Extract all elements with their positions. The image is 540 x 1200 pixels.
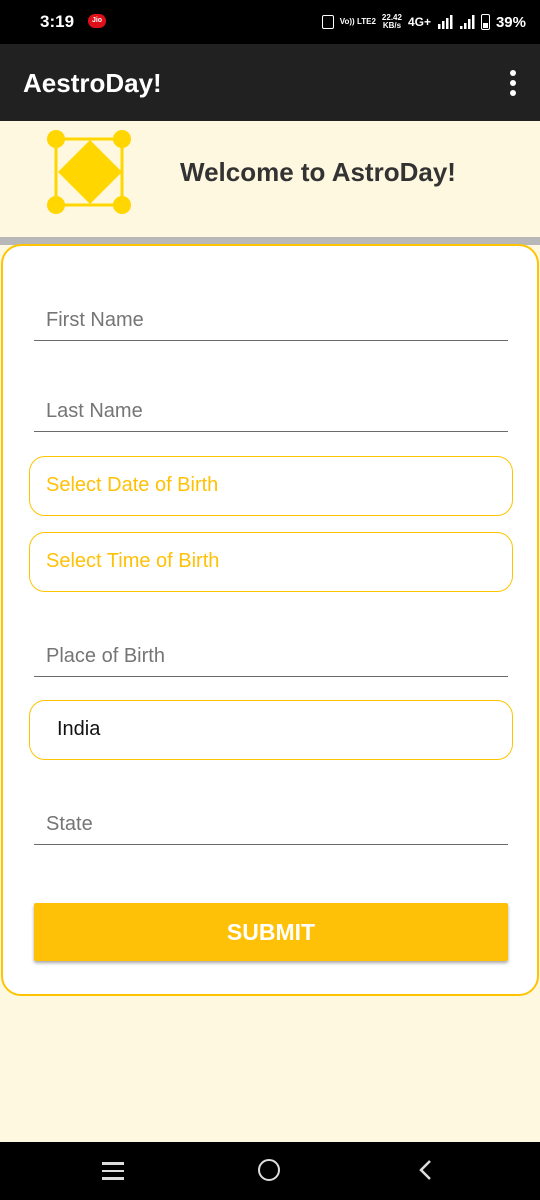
date-of-birth-label: Select Date of Birth (46, 474, 219, 496)
status-icons: Vo)) LTE2 22.42 KB/s 4G+ 39% (321, 11, 526, 33)
date-of-birth-button[interactable]: Select Date of Birth (29, 456, 513, 516)
welcome-header: Welcome to AstroDay! (0, 121, 540, 237)
astro-diamond-logo (47, 130, 131, 214)
last-name-placeholder: Last Name (46, 400, 143, 422)
place-of-birth-field[interactable]: Place of Birth (34, 628, 508, 677)
first-name-placeholder: First Name (46, 309, 144, 331)
system-nav-bar (0, 1142, 540, 1200)
status-time: 3:19 (40, 12, 75, 31)
network-type: 4G+ (407, 15, 431, 29)
status-bar: 3:19 Jio Vo)) LTE2 22.42 KB/s 4G+ 39% (0, 0, 540, 44)
first-name-field[interactable]: First Name (34, 292, 508, 341)
network-speed: 22.42 KB/s (382, 14, 402, 30)
submit-button[interactable]: SUBMIT (34, 903, 508, 961)
volte-label: Vo)) LTE2 (339, 17, 376, 26)
time-of-birth-label: Select Time of Birth (46, 550, 220, 572)
state-field[interactable]: State (34, 796, 508, 845)
place-of-birth-placeholder: Place of Birth (46, 645, 165, 667)
battery-icon (480, 14, 490, 30)
app-title: AestroDay! (23, 68, 162, 98)
chevron-left-icon[interactable] (416, 1158, 436, 1182)
country-selector[interactable]: India (29, 700, 513, 760)
battery-percent: 39% (495, 13, 526, 31)
birth-details-form: First Name Last Name Select Date of Birt… (1, 244, 539, 996)
speed-unit: KB/s (382, 21, 402, 30)
menu-lines-icon[interactable] (102, 1162, 126, 1182)
app-bar: AestroDay! (0, 44, 540, 121)
circle-home-icon[interactable] (258, 1159, 280, 1181)
signal-icon-2 (459, 15, 475, 29)
state-placeholder: State (46, 813, 93, 835)
carrier-badge: Jio (88, 14, 106, 28)
welcome-title: Welcome to AstroDay! (180, 157, 456, 187)
more-vert-icon[interactable] (508, 70, 518, 96)
last-name-field[interactable]: Last Name (34, 383, 508, 432)
signal-icon (437, 15, 453, 29)
time-of-birth-button[interactable]: Select Time of Birth (29, 532, 513, 592)
vibrate-icon (321, 15, 334, 29)
country-value: India (57, 718, 101, 740)
